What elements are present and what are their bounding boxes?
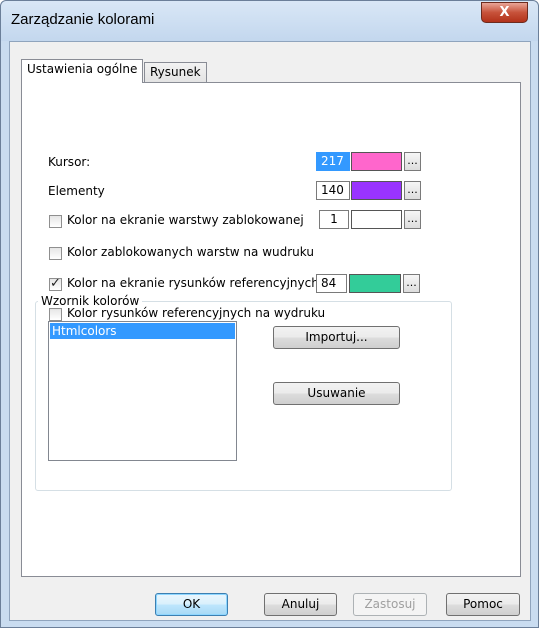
apply-button-label: Zastosuj — [364, 597, 416, 611]
help-button-label: Pomoc — [463, 597, 503, 611]
ok-button-label: OK — [182, 597, 201, 611]
locked-layers-screen-checkbox[interactable] — [49, 215, 62, 228]
locked-layers-print-checkbox[interactable] — [49, 247, 62, 260]
locked-layers-color-index[interactable]: 1 — [319, 210, 349, 229]
dialog-client-area: Ustawienia ogólne Rysunek Kursor: 217 ..… — [9, 41, 531, 621]
delete-button-label: Usuwanie — [307, 386, 366, 400]
delete-button[interactable]: Usuwanie — [273, 382, 400, 405]
elements-color-swatch[interactable] — [351, 181, 402, 200]
cursor-color-swatch[interactable] — [351, 152, 402, 171]
help-button[interactable]: Pomoc — [446, 593, 520, 616]
reference-color-browse-button[interactable]: ... — [403, 274, 420, 293]
reference-screen-label: Kolor na ekranie rysunków referencyjnych — [67, 276, 319, 290]
title-bar: Zarządzanie kolorami X — [1, 1, 538, 41]
locked-layers-color-browse-button[interactable]: ... — [404, 210, 421, 229]
reference-screen-checkbox[interactable]: ✓ — [49, 276, 62, 291]
dialog-window: Zarządzanie kolorami X Ustawienia ogólne… — [0, 0, 539, 628]
close-button[interactable]: X — [481, 2, 528, 23]
import-button[interactable]: Importuj... — [273, 326, 400, 349]
elements-label: Elementy — [48, 184, 105, 198]
apply-button[interactable]: Zastosuj — [353, 593, 427, 616]
tab-drawing[interactable]: Rysunek — [144, 62, 207, 83]
list-item[interactable]: Htmlcolors — [50, 323, 235, 339]
palette-group-title: Wzornik kolorów — [38, 294, 143, 308]
cursor-label: Kursor: — [48, 155, 91, 169]
reference-color-swatch[interactable] — [349, 274, 401, 293]
ok-button[interactable]: OK — [155, 593, 228, 616]
tab-general-settings-label: Ustawienia ogólne — [27, 62, 138, 76]
cancel-button-label: Anuluj — [281, 597, 320, 611]
cursor-color-browse-button[interactable]: ... — [404, 152, 421, 171]
locked-layers-screen-label: Kolor na ekranie warstwy zablokowanej — [67, 213, 304, 227]
window-title: Zarządzanie kolorami — [11, 11, 155, 28]
elements-color-browse-button[interactable]: ... — [404, 181, 421, 200]
locked-layers-print-label: Kolor zablokowanych warstw na wudruku — [67, 245, 314, 259]
import-button-label: Importuj... — [305, 330, 368, 344]
elements-color-index[interactable]: 140 — [316, 181, 350, 200]
tab-general-settings[interactable]: Ustawienia ogólne — [21, 59, 144, 83]
locked-layers-color-swatch[interactable] — [351, 210, 402, 229]
cursor-color-index[interactable]: 217 — [316, 152, 350, 171]
palette-listbox[interactable]: Htmlcolors — [48, 321, 237, 461]
tab-drawing-label: Rysunek — [150, 65, 201, 79]
close-icon: X — [499, 5, 510, 20]
checkmark-icon: ✓ — [50, 276, 61, 291]
reference-color-index[interactable]: 84 — [316, 274, 347, 293]
cancel-button[interactable]: Anuluj — [264, 593, 337, 616]
